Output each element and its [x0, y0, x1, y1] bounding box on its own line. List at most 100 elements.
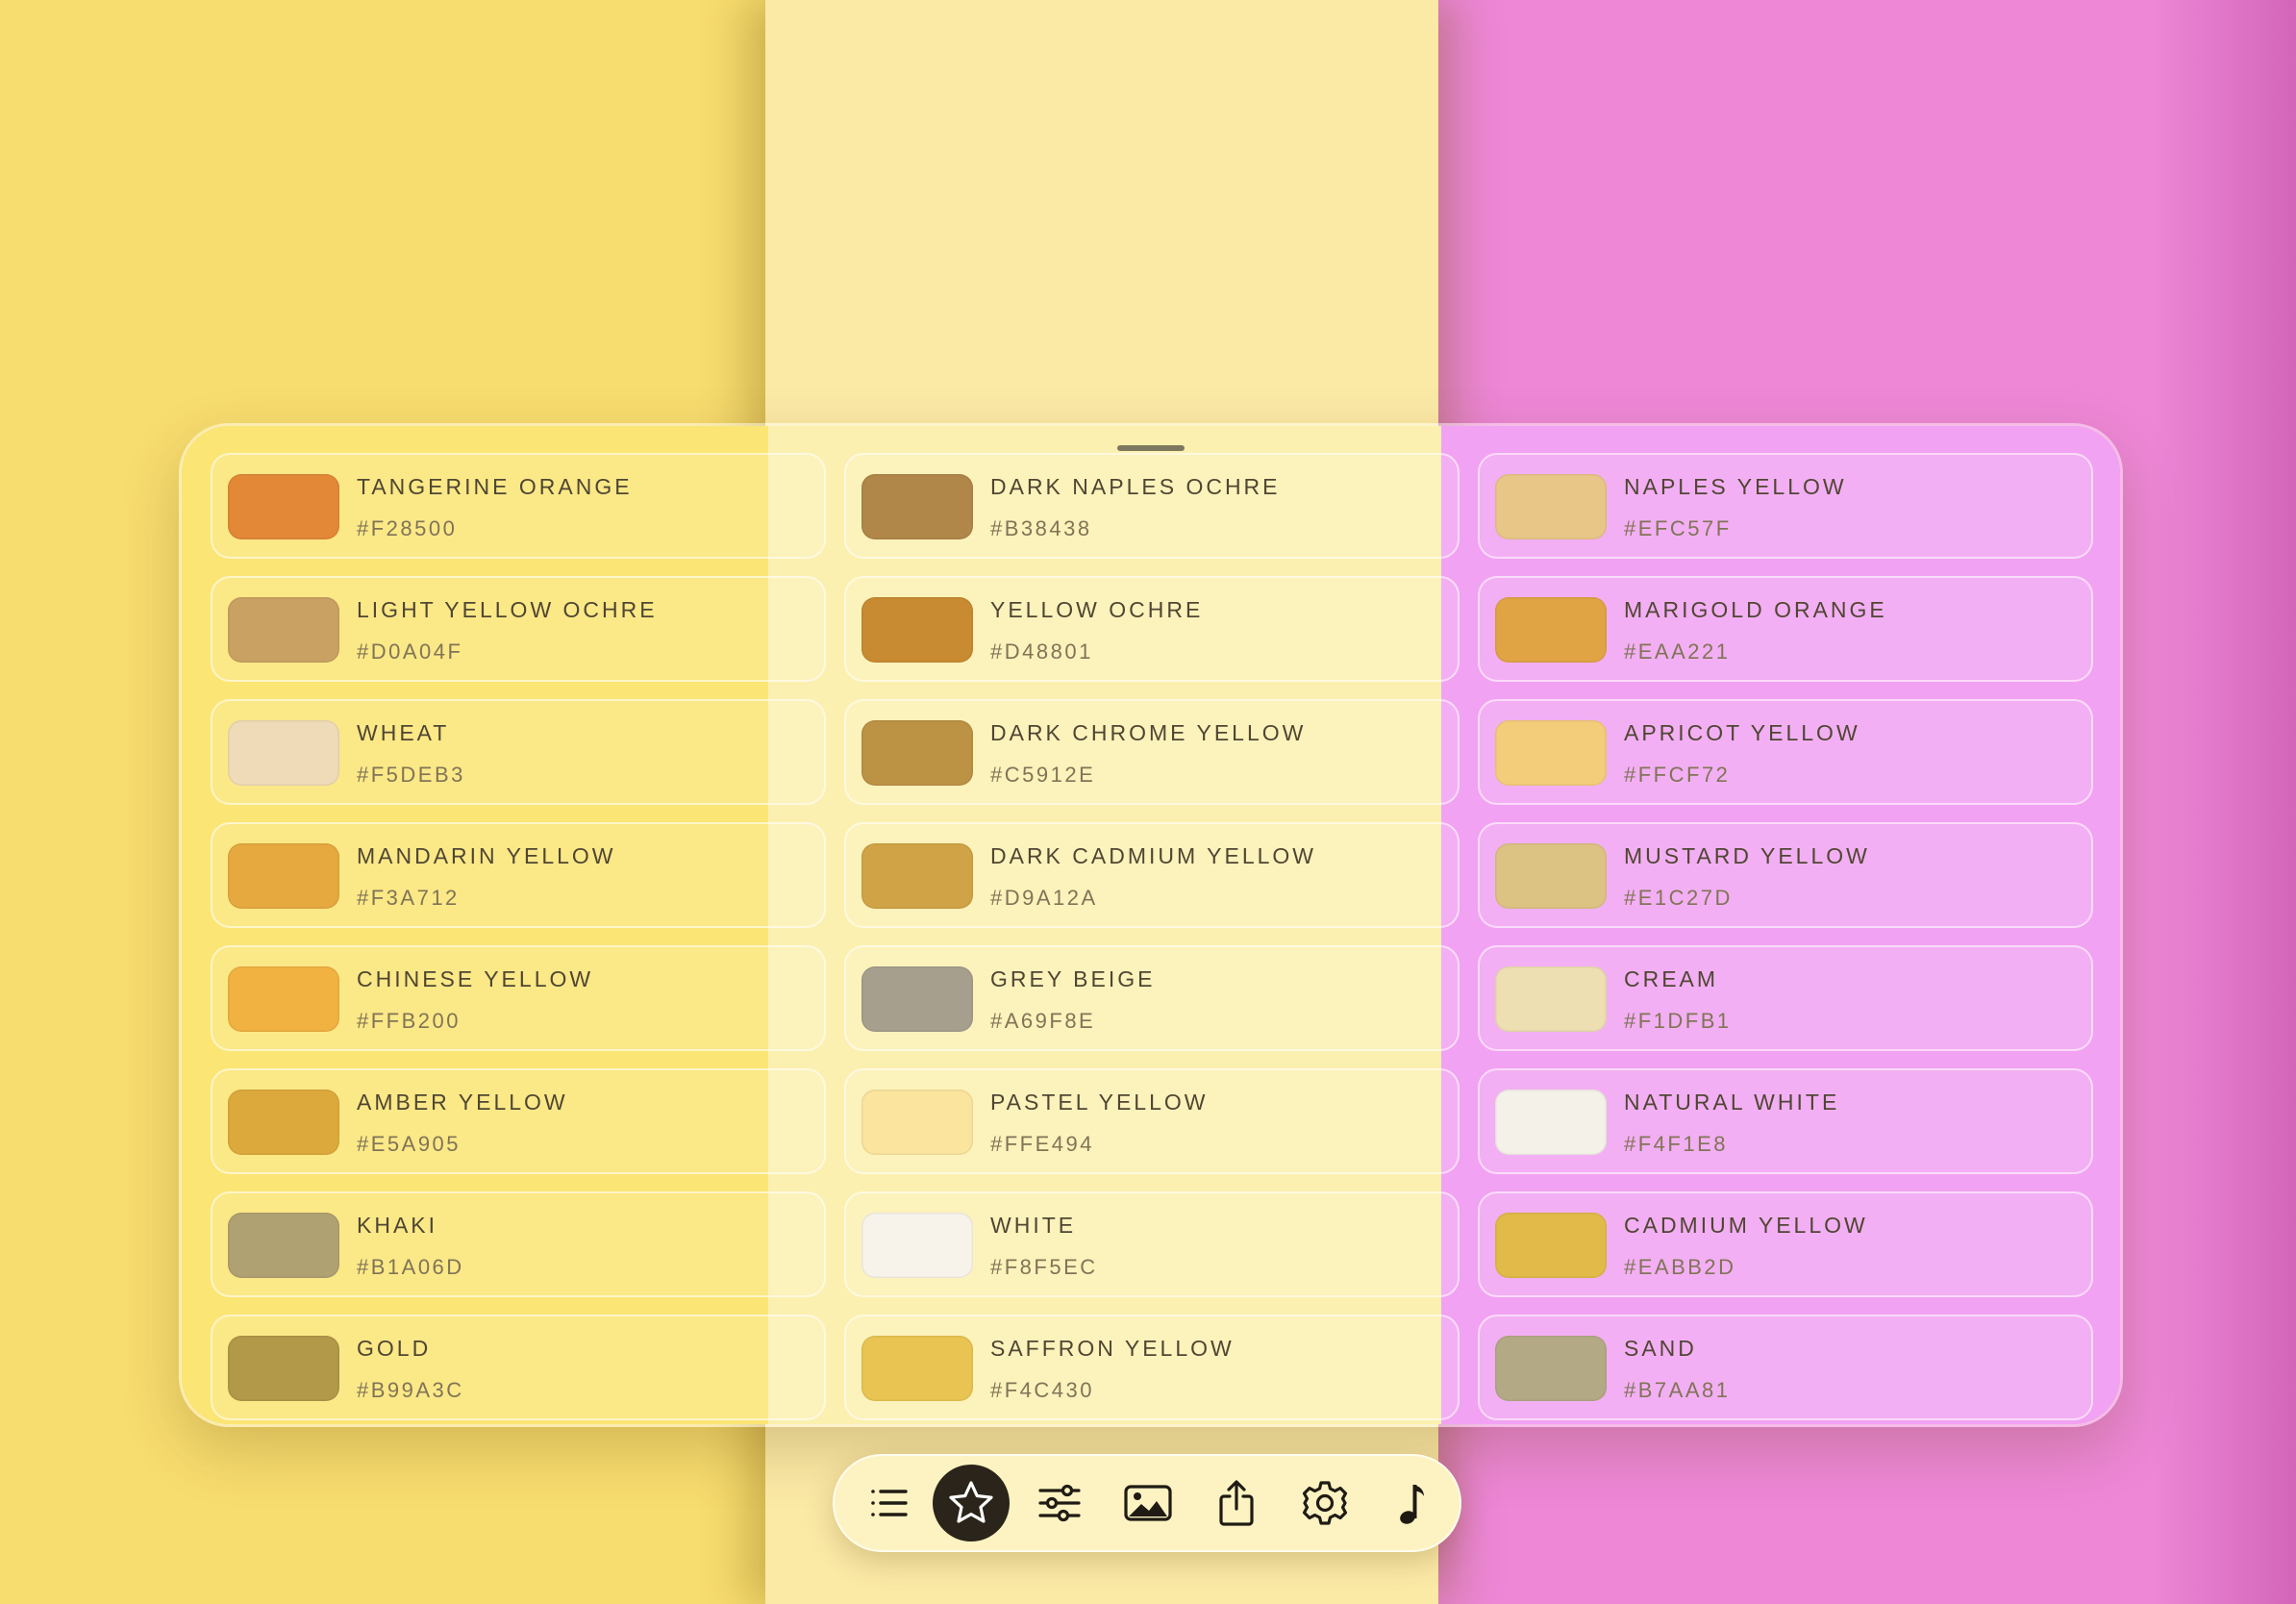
- color-hex: #B99A3C: [357, 1378, 464, 1402]
- color-card[interactable]: CHINESE YELLOW #FFB200: [211, 945, 826, 1051]
- color-name: SAND: [1624, 1336, 1697, 1361]
- color-hex: #F8F5EC: [990, 1255, 1098, 1279]
- color-name: MUSTARD YELLOW: [1624, 843, 1870, 868]
- color-swatch: [861, 966, 973, 1032]
- color-name: YELLOW OCHRE: [990, 597, 1204, 622]
- image-icon: [1124, 1485, 1172, 1521]
- color-card[interactable]: MUSTARD YELLOW #E1C27D: [1478, 822, 2093, 928]
- color-swatch: [1495, 1090, 1607, 1155]
- color-hex: #B38438: [990, 516, 1092, 540]
- color-swatch: [228, 597, 339, 663]
- color-swatch: [228, 474, 339, 539]
- color-card[interactable]: WHEAT #F5DEB3: [211, 699, 826, 805]
- tab-music[interactable]: [1375, 1465, 1452, 1541]
- color-name: NAPLES YELLOW: [1624, 474, 1847, 499]
- color-name: AMBER YELLOW: [357, 1090, 568, 1115]
- color-hex: #B7AA81: [1624, 1378, 1731, 1402]
- tab-share[interactable]: [1198, 1465, 1275, 1541]
- color-card[interactable]: AMBER YELLOW #E5A905: [211, 1068, 826, 1174]
- gear-icon: [1302, 1481, 1348, 1525]
- drag-handle[interactable]: [1117, 445, 1185, 451]
- color-swatch: [861, 1213, 973, 1278]
- color-card[interactable]: NAPLES YELLOW #EFC57F: [1478, 453, 2093, 559]
- color-swatch: [228, 720, 339, 786]
- color-swatch: [228, 966, 339, 1032]
- color-card[interactable]: DARK CADMIUM YELLOW #D9A12A: [844, 822, 1460, 928]
- bottom-toolbar: [833, 1454, 1461, 1552]
- color-hex: #F5DEB3: [357, 763, 465, 787]
- color-hex: #C5912E: [990, 763, 1096, 787]
- color-card[interactable]: GOLD #B99A3C: [211, 1315, 826, 1420]
- color-swatch: [1495, 966, 1607, 1032]
- tab-favorites[interactable]: [933, 1465, 1010, 1541]
- color-hex: #B1A06D: [357, 1255, 464, 1279]
- color-hex: #FFB200: [357, 1009, 461, 1033]
- color-card[interactable]: LIGHT YELLOW OCHRE #D0A04F: [211, 576, 826, 682]
- color-name: TANGERINE ORANGE: [357, 474, 633, 499]
- color-swatch: [1495, 474, 1607, 539]
- color-card[interactable]: WHITE #F8F5EC: [844, 1191, 1460, 1297]
- tab-image[interactable]: [1110, 1465, 1186, 1541]
- color-swatch: [1495, 597, 1607, 663]
- color-grid: TANGERINE ORANGE #F28500 DARK NAPLES OCHRE…: [211, 453, 2093, 1420]
- tab-settings[interactable]: [1286, 1465, 1363, 1541]
- list-icon: [871, 1490, 908, 1516]
- color-name: DARK NAPLES OCHRE: [990, 474, 1281, 499]
- color-card[interactable]: KHAKI #B1A06D: [211, 1191, 826, 1297]
- color-swatch: [228, 1336, 339, 1401]
- color-hex: #EAA221: [1624, 639, 1731, 664]
- color-hex: #D48801: [990, 639, 1093, 664]
- color-card[interactable]: TANGERINE ORANGE #F28500: [211, 453, 826, 559]
- color-swatch: [861, 1090, 973, 1155]
- color-hex: #E5A905: [357, 1132, 462, 1156]
- color-hex: #FFCF72: [1624, 763, 1731, 787]
- share-icon: [1219, 1480, 1254, 1526]
- color-card[interactable]: DARK CHROME YELLOW #C5912E: [844, 699, 1460, 805]
- color-card[interactable]: CREAM #F1DFB1: [1478, 945, 2093, 1051]
- color-hex: #E1C27D: [1624, 886, 1733, 910]
- color-palette-panel: TANGERINE ORANGE #F28500 DARK NAPLES OCHRE…: [179, 423, 2123, 1427]
- color-card[interactable]: YELLOW OCHRE #D48801: [844, 576, 1460, 682]
- color-hex: #FFE494: [990, 1132, 1094, 1156]
- color-card[interactable]: MARIGOLD ORANGE #EAA221: [1478, 576, 2093, 682]
- color-hex: #A69F8E: [990, 1009, 1096, 1033]
- color-name: CREAM: [1624, 966, 1719, 991]
- color-swatch: [228, 843, 339, 909]
- color-name: PASTEL YELLOW: [990, 1090, 1209, 1115]
- music-note-icon: [1400, 1485, 1424, 1524]
- color-card[interactable]: DARK NAPLES OCHRE #B38438: [844, 453, 1460, 559]
- color-swatch: [861, 597, 973, 663]
- color-name: CADMIUM YELLOW: [1624, 1213, 1868, 1238]
- color-name: DARK CADMIUM YELLOW: [990, 843, 1317, 868]
- color-card[interactable]: SAND #B7AA81: [1478, 1315, 2093, 1420]
- color-swatch: [228, 1213, 339, 1278]
- color-name: GOLD: [357, 1336, 432, 1361]
- color-card[interactable]: GREY BEIGE #A69F8E: [844, 945, 1460, 1051]
- color-name: MANDARIN YELLOW: [357, 843, 616, 868]
- color-hex: #F1DFB1: [1624, 1009, 1732, 1033]
- color-name: MARIGOLD ORANGE: [1624, 597, 1887, 622]
- color-name: KHAKI: [357, 1213, 438, 1238]
- color-name: CHINESE YELLOW: [357, 966, 594, 991]
- color-card[interactable]: SAFFRON YELLOW #F4C430: [844, 1315, 1460, 1420]
- color-swatch: [228, 1090, 339, 1155]
- color-card[interactable]: CADMIUM YELLOW #EABB2D: [1478, 1191, 2093, 1297]
- color-swatch: [861, 474, 973, 539]
- color-card[interactable]: MANDARIN YELLOW #F3A712: [211, 822, 826, 928]
- color-card[interactable]: NATURAL WHITE #F4F1E8: [1478, 1068, 2093, 1174]
- color-hex: #D0A04F: [357, 639, 463, 664]
- color-name: WHEAT: [357, 720, 450, 745]
- color-name: APRICOT YELLOW: [1624, 720, 1860, 745]
- color-card[interactable]: APRICOT YELLOW #FFCF72: [1478, 699, 2093, 805]
- color-name: GREY BEIGE: [990, 966, 1156, 991]
- color-name: LIGHT YELLOW OCHRE: [357, 597, 658, 622]
- color-hex: #EFC57F: [1624, 516, 1732, 540]
- color-card[interactable]: PASTEL YELLOW #FFE494: [844, 1068, 1460, 1174]
- color-name: DARK CHROME YELLOW: [990, 720, 1307, 745]
- tab-adjustments[interactable]: [1021, 1465, 1098, 1541]
- color-hex: #F4F1E8: [1624, 1132, 1728, 1156]
- color-name: WHITE: [990, 1213, 1077, 1238]
- tab-list[interactable]: [850, 1465, 927, 1541]
- color-swatch: [861, 843, 973, 909]
- color-name: SAFFRON YELLOW: [990, 1336, 1235, 1361]
